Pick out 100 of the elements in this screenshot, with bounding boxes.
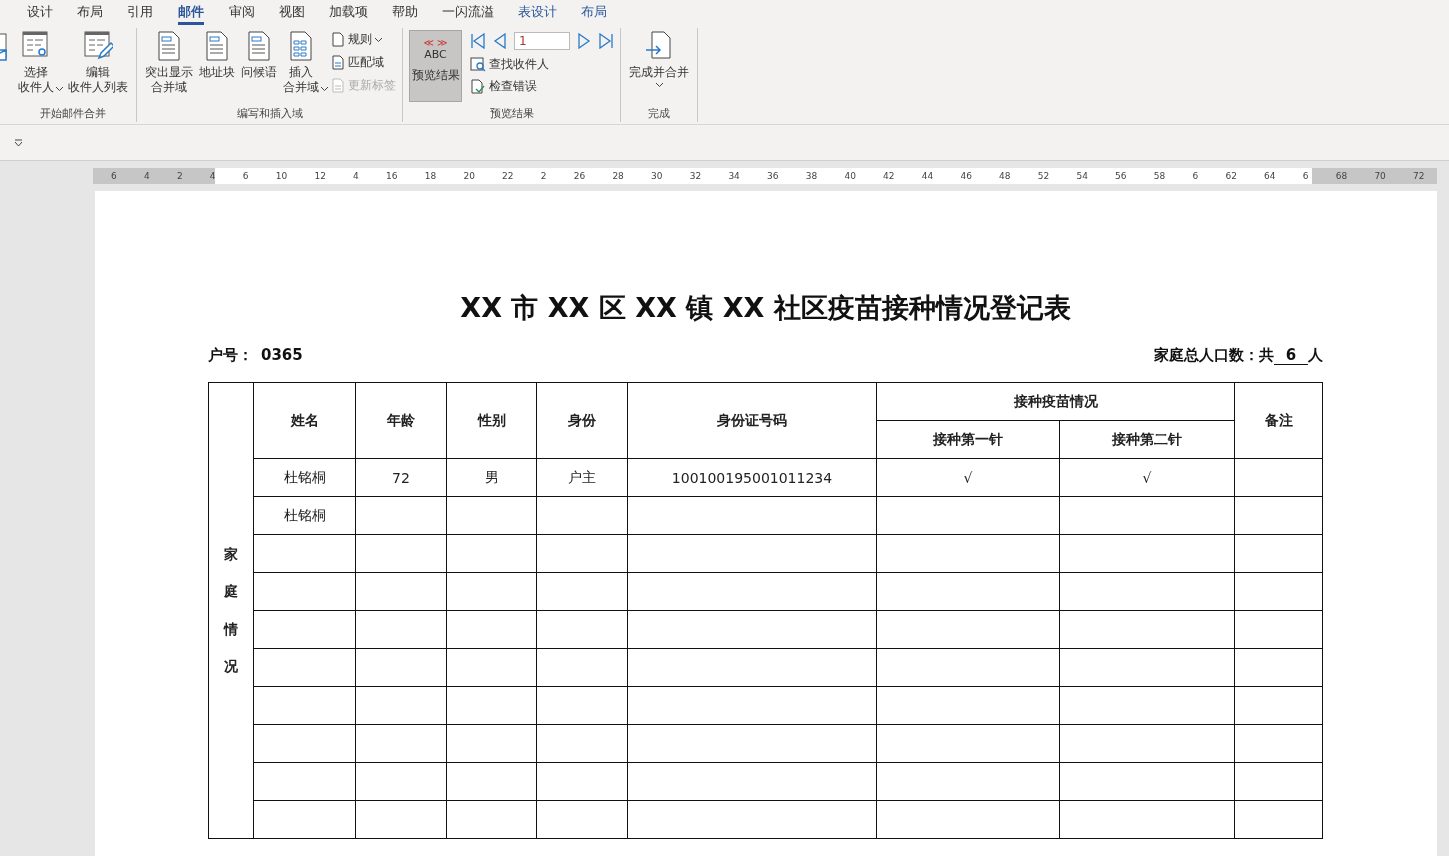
ribbon-button[interactable]: 问候语 [239, 28, 279, 82]
ribbon-tab[interactable]: 表设计 [506, 0, 569, 25]
ribbon-tab[interactable]: 审阅 [217, 0, 267, 25]
ruler-number: 26 [573, 171, 586, 181]
table-header: 性别 [446, 382, 537, 459]
table-cell: 杜铭桐 [253, 496, 356, 535]
ruler-number: 18 [424, 171, 437, 181]
document-icon [331, 78, 345, 93]
population-value: 6 [1274, 346, 1308, 365]
ruler-number: 44 [921, 171, 934, 181]
caret-icon [655, 83, 663, 87]
table-header: 身份证号码 [627, 382, 877, 459]
ruler-number: 32 [689, 171, 702, 181]
table-cell: 户主 [536, 458, 628, 497]
ruler-number: 2 [540, 171, 547, 181]
ribbon-button[interactable]: 匹配域 [331, 53, 396, 72]
first-record-icon[interactable] [470, 33, 486, 49]
ruler-number: 12 [314, 171, 326, 181]
ruler-number: 56 [1115, 171, 1127, 181]
ribbon-button[interactable]: 检查错误 [470, 77, 614, 96]
ruler-number: 42 [883, 171, 895, 181]
ruler-number: 40 [844, 171, 856, 181]
ribbon-button[interactable]: 规则 [331, 30, 396, 49]
group-label: 编写和插入域 [235, 106, 304, 122]
ruler-number: 58 [1153, 171, 1166, 181]
table-cell: √ [1059, 458, 1235, 497]
ruler-number: 48 [999, 171, 1011, 181]
preview-results-button[interactable]: ≪ ≫ ABC 预览结果 [409, 30, 462, 102]
ribbon-button[interactable]: 查找收件人 [470, 55, 614, 74]
caret-icon [375, 37, 382, 42]
table-header: 年龄 [355, 382, 447, 459]
ruler-number: 34 [728, 171, 740, 181]
ribbon-tab[interactable]: 引用 [115, 0, 165, 25]
ribbon-button[interactable]: 地址块 [197, 28, 237, 82]
table-header: 身份 [536, 382, 628, 459]
ruler-number: 22 [502, 171, 514, 181]
previous-record-icon[interactable] [493, 33, 507, 49]
document-check-icon [470, 79, 486, 94]
ruler-number: 6 [111, 171, 117, 181]
ruler-number: 4 [209, 171, 216, 181]
customize-toolbar-icon[interactable] [14, 138, 23, 147]
ribbon-tab[interactable]: 布局 [65, 0, 115, 25]
ruler-number: 6 [1302, 171, 1309, 181]
ruler-number: 52 [1037, 171, 1050, 181]
ruler-number: 62 [1225, 171, 1237, 181]
table-cell: 男 [446, 458, 537, 497]
ruler[interactable]: 6 4 2 4 6 10 12 4 16 18 20 22 2 26 28 30 32 34 36 38 40 42 44 46 48 52 54 56 58 6 62 64 6 68 70 72 [93, 168, 1437, 184]
table-side-label: 家庭情况 [224, 545, 238, 676]
table-header: 接种第一针 [876, 420, 1060, 459]
ruler-number: 72 [1413, 171, 1425, 181]
table-header: 备注 [1234, 382, 1323, 459]
caret-icon [56, 87, 63, 91]
population-label: 家庭总人口数：共 [1154, 346, 1274, 364]
ruler-number: 4 [353, 171, 359, 181]
document-icon [644, 30, 674, 62]
ruler-number: 10 [275, 171, 288, 181]
ribbon-tab[interactable]: 一闪流溢 [430, 0, 506, 25]
ribbon-button[interactable]: 插入 合并域 [281, 28, 329, 97]
last-record-icon[interactable] [598, 33, 614, 49]
ruler-number: 68 [1335, 171, 1348, 181]
table-cell: √ [876, 458, 1060, 497]
ribbon-button[interactable]: 完成并合并 [627, 28, 691, 89]
group-label: 完成 [647, 106, 671, 122]
group-label: 预览结果 [488, 106, 535, 122]
table-cell: 100100195001011234 [627, 458, 877, 497]
ruler-number: 70 [1374, 171, 1386, 181]
ruler-number: 6 [242, 171, 249, 181]
ruler-number: 30 [651, 171, 663, 181]
population-unit: 人 [1308, 346, 1323, 364]
table-cell: 杜铭桐 [253, 458, 356, 497]
ribbon-tab[interactable]: 加载项 [317, 0, 380, 25]
ribbon-button[interactable]: 突出显示 合并域 [143, 28, 195, 97]
ribbon-tab[interactable]: 帮助 [380, 0, 430, 25]
document-icon [331, 55, 345, 70]
ruler-number: 46 [960, 171, 972, 181]
search-icon [470, 57, 486, 72]
ruler-number: 6 [1192, 171, 1199, 181]
ruler-number: 20 [463, 171, 475, 181]
ruler-number: 64 [1264, 171, 1276, 181]
record-field[interactable]: 1 [514, 32, 570, 50]
ruler-number: 54 [1076, 171, 1088, 181]
ruler-number: 2 [176, 171, 183, 181]
document-icon [331, 32, 345, 47]
ribbon-tab[interactable]: 视图 [267, 0, 317, 25]
household-label: 户号： [208, 346, 253, 364]
group-label: 开始邮件合并 [39, 106, 107, 122]
ribbon-tab[interactable]: 设计 [15, 0, 65, 25]
ribbon-button[interactable]: 选择 收件人 [16, 28, 64, 97]
next-record-icon[interactable] [577, 33, 591, 49]
household-number: 0365 [261, 346, 303, 364]
ruler-number: 4 [143, 171, 150, 181]
document-icon [83, 30, 113, 62]
ruler-number: 28 [612, 171, 624, 181]
table-cell: 72 [355, 458, 447, 497]
ruler-number: 36 [767, 171, 779, 181]
ribbon-button[interactable]: 编辑 收件人列表 [66, 28, 130, 97]
document-title: XX 市 XX 区 XX 镇 XX 社区疫苗接种情况登记表 [459, 291, 1072, 325]
envelope-icon[interactable] [0, 32, 10, 64]
table-header: 接种疫苗情况 [876, 382, 1235, 421]
ribbon-tab[interactable]: 布局 [569, 0, 619, 25]
